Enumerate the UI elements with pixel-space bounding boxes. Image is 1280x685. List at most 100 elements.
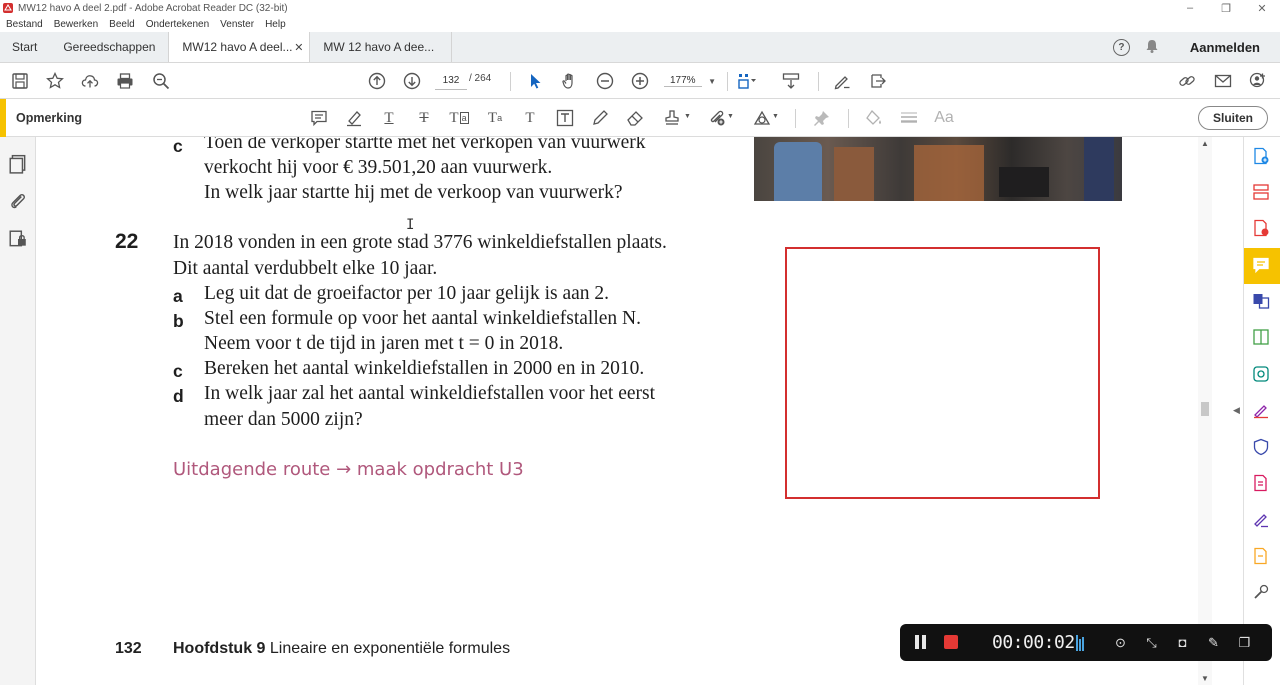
tab-bar: Start Gereedschappen MW12 havo A deel...… bbox=[0, 32, 1280, 63]
underline-text-icon[interactable]: T bbox=[379, 108, 399, 128]
menu-ondertekenen[interactable]: Ondertekenen bbox=[146, 19, 209, 30]
question-part-letter: d bbox=[173, 386, 184, 406]
text-box-icon[interactable] bbox=[555, 108, 575, 128]
document-viewer[interactable]: c Toen de verkoper startte met het verko… bbox=[37, 137, 1212, 685]
strikethrough-text-icon[interactable]: T bbox=[414, 108, 434, 128]
close-comment-button[interactable]: Sluiten bbox=[1198, 106, 1268, 130]
help-icon[interactable]: ? bbox=[1112, 38, 1130, 56]
menu-bar: Bestand Bewerken Beeld Ondertekenen Vens… bbox=[0, 16, 1280, 32]
scrollbar-thumb[interactable] bbox=[1201, 402, 1209, 416]
scan-ocr-icon[interactable] bbox=[1252, 365, 1272, 385]
highlight-pen-icon[interactable] bbox=[344, 108, 364, 128]
create-pdf-icon[interactable] bbox=[1252, 147, 1272, 167]
previous-page-icon[interactable] bbox=[367, 71, 387, 91]
stamp-icon[interactable] bbox=[662, 108, 682, 128]
upload-cloud-icon[interactable] bbox=[80, 71, 100, 91]
shapes-icon[interactable] bbox=[752, 108, 772, 128]
eraser-icon[interactable] bbox=[625, 108, 645, 128]
tab-start-label: Start bbox=[12, 40, 38, 54]
next-page-icon[interactable] bbox=[402, 71, 422, 91]
zoom-search-icon[interactable] bbox=[151, 71, 171, 91]
menu-venster[interactable]: Venster bbox=[220, 19, 254, 30]
page-number-input[interactable]: 132 bbox=[435, 72, 467, 90]
pause-recording-icon[interactable] bbox=[915, 635, 929, 649]
fill-color-icon[interactable] bbox=[864, 108, 884, 128]
chevron-down-icon[interactable]: ▼ bbox=[772, 113, 779, 120]
share-edit-icon[interactable] bbox=[867, 71, 887, 91]
notification-bell-icon[interactable] bbox=[1144, 38, 1160, 57]
font-properties-icon[interactable]: Aa bbox=[934, 108, 954, 128]
toolbar-divider bbox=[727, 72, 728, 91]
tab-tools[interactable]: Gereedschappen bbox=[50, 32, 168, 62]
replace-text-icon[interactable]: Ta bbox=[449, 108, 469, 128]
close-tab-icon[interactable]: ✕ bbox=[294, 41, 303, 54]
request-signature-icon[interactable] bbox=[1252, 510, 1272, 530]
attach-file-icon[interactable] bbox=[707, 108, 727, 128]
signin-link[interactable]: Aanmelden bbox=[1190, 40, 1260, 55]
menu-help[interactable]: Help bbox=[265, 19, 286, 30]
menu-bewerken[interactable]: Bewerken bbox=[54, 19, 98, 30]
add-user-icon[interactable] bbox=[1248, 71, 1268, 91]
zoom-in-icon[interactable] bbox=[630, 71, 650, 91]
tab-document-active[interactable]: MW12 havo A deel... ✕ bbox=[168, 32, 311, 62]
chevron-down-icon[interactable]: ▼ bbox=[727, 113, 734, 120]
organize-pages-icon[interactable] bbox=[1252, 183, 1272, 203]
bookmark-star-icon[interactable] bbox=[45, 71, 65, 91]
send-review-icon[interactable] bbox=[1252, 547, 1272, 567]
select-cursor-icon[interactable] bbox=[525, 71, 545, 91]
tab-document-2[interactable]: MW 12 havo A dee... bbox=[310, 32, 453, 62]
more-tools-doc-icon[interactable] bbox=[1252, 474, 1272, 494]
close-window-button[interactable]: ✕ bbox=[1244, 0, 1280, 16]
print-icon[interactable] bbox=[115, 71, 135, 91]
fit-page-icon[interactable] bbox=[737, 71, 757, 91]
edit-pdf-icon[interactable] bbox=[1252, 328, 1272, 348]
minimize-button[interactable]: – bbox=[1172, 0, 1208, 16]
scroll-down-icon[interactable]: ▼ bbox=[1201, 674, 1209, 683]
screenshot-camera-icon[interactable]: ◘ bbox=[1174, 634, 1191, 651]
attachments-paperclip-icon[interactable] bbox=[8, 191, 28, 211]
chevron-down-icon[interactable]: ▼ bbox=[684, 113, 691, 120]
minimize-recorder-icon[interactable]: ❐ bbox=[1236, 634, 1253, 651]
draw-pen-icon[interactable]: ✎ bbox=[1205, 634, 1222, 651]
collapse-right-panel-icon[interactable]: ◀ bbox=[1233, 405, 1240, 416]
fill-sign-icon[interactable] bbox=[1252, 401, 1272, 421]
page-thumbnails-icon[interactable] bbox=[8, 154, 28, 174]
challenge-route-link: Uitdagende route → maak opdracht U3 bbox=[173, 459, 524, 480]
comment-tool-icon[interactable] bbox=[1252, 256, 1272, 276]
title-bar: MW12 havo A deel 2.pdf - Adobe Acrobat R… bbox=[0, 0, 1280, 16]
annotation-rectangle[interactable] bbox=[785, 247, 1100, 499]
document-security-icon[interactable] bbox=[8, 229, 28, 249]
menu-beeld[interactable]: Beeld bbox=[109, 19, 135, 30]
vertical-scrollbar[interactable]: ▲ ▼ bbox=[1198, 137, 1212, 685]
stop-recording-icon[interactable] bbox=[944, 635, 958, 649]
protect-shield-icon[interactable] bbox=[1252, 438, 1272, 458]
email-icon[interactable] bbox=[1213, 71, 1233, 91]
camera-focus-icon[interactable]: ⊙ bbox=[1112, 634, 1129, 651]
maximize-button[interactable]: ❐ bbox=[1208, 0, 1244, 16]
combine-files-icon[interactable] bbox=[1252, 292, 1272, 312]
insert-text-icon[interactable]: Ta bbox=[485, 108, 505, 128]
hand-tool-icon[interactable] bbox=[560, 71, 580, 91]
zoom-out-icon[interactable] bbox=[595, 71, 615, 91]
page-total: / 264 bbox=[469, 73, 492, 84]
sticky-note-icon[interactable] bbox=[309, 108, 329, 128]
add-text-icon[interactable]: T bbox=[520, 108, 540, 128]
link-icon[interactable] bbox=[1177, 71, 1197, 91]
pin-icon[interactable] bbox=[812, 108, 832, 128]
customize-tools-icon[interactable] bbox=[1252, 583, 1272, 603]
draw-pencil-icon[interactable] bbox=[590, 108, 610, 128]
fullscreen-exit-icon[interactable]: ⤡ bbox=[1143, 634, 1160, 651]
tab-tools-label: Gereedschappen bbox=[63, 40, 156, 54]
comment-toolbar: Opmerking T T Ta Ta T ▼ ▼ ▼ Aa Sluiten bbox=[0, 99, 1280, 137]
export-pdf-icon[interactable] bbox=[1252, 219, 1272, 239]
scroll-mode-icon[interactable] bbox=[781, 71, 801, 91]
prev-question-line: In welk jaar startte hij met de verkoop … bbox=[204, 182, 623, 203]
tab-document-label: MW12 havo A deel... bbox=[182, 40, 293, 54]
menu-bestand[interactable]: Bestand bbox=[6, 19, 43, 30]
scroll-up-icon[interactable]: ▲ bbox=[1201, 139, 1209, 148]
save-icon[interactable] bbox=[10, 71, 30, 91]
sign-pen-icon[interactable] bbox=[832, 71, 852, 91]
tab-start[interactable]: Start bbox=[0, 32, 50, 62]
zoom-level-select[interactable]: 177% ▼ bbox=[664, 72, 716, 90]
line-weight-icon[interactable] bbox=[899, 108, 919, 128]
